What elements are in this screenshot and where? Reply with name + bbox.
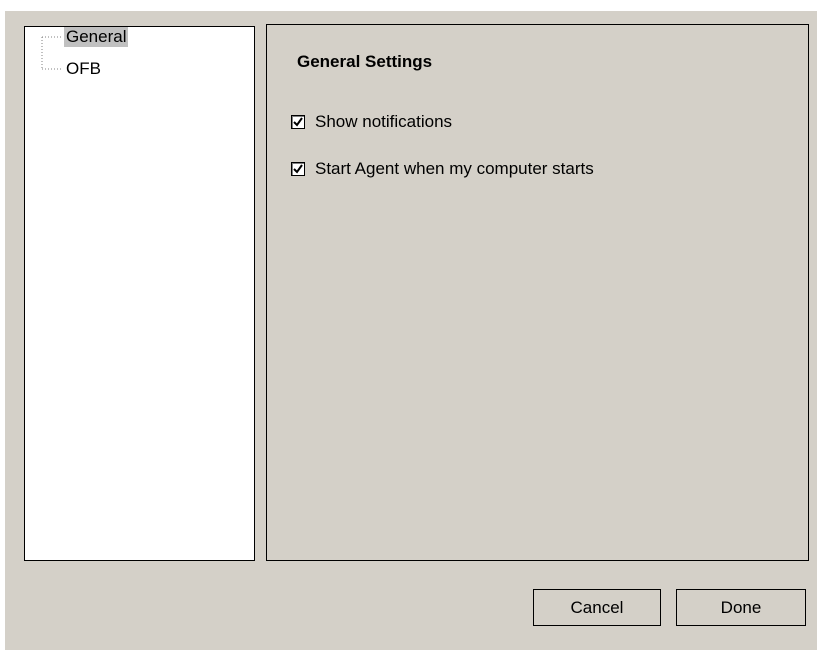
settings-title: General Settings [297,52,433,71]
checkmark-icon [293,117,303,127]
show-notifications-checkbox[interactable] [291,115,305,129]
show-notifications-label: Show notifications [315,112,453,131]
start-agent-option[interactable]: Start Agent when my computer starts [291,159,594,179]
start-agent-label: Start Agent when my computer starts [315,159,594,178]
show-notifications-option[interactable]: Show notifications [291,112,452,132]
category-tree: General OFB [24,26,255,561]
start-agent-checkbox[interactable] [291,162,305,176]
done-button[interactable]: Done [676,589,806,626]
tree-item-ofb[interactable]: OFB [64,59,103,79]
settings-panel: General Settings Show notifications Star… [266,24,809,561]
cancel-button[interactable]: Cancel [533,589,661,626]
checkmark-icon [293,164,303,174]
settings-dialog: General OFB General Settings Show notifi… [5,11,817,650]
tree-item-general[interactable]: General [64,27,129,47]
